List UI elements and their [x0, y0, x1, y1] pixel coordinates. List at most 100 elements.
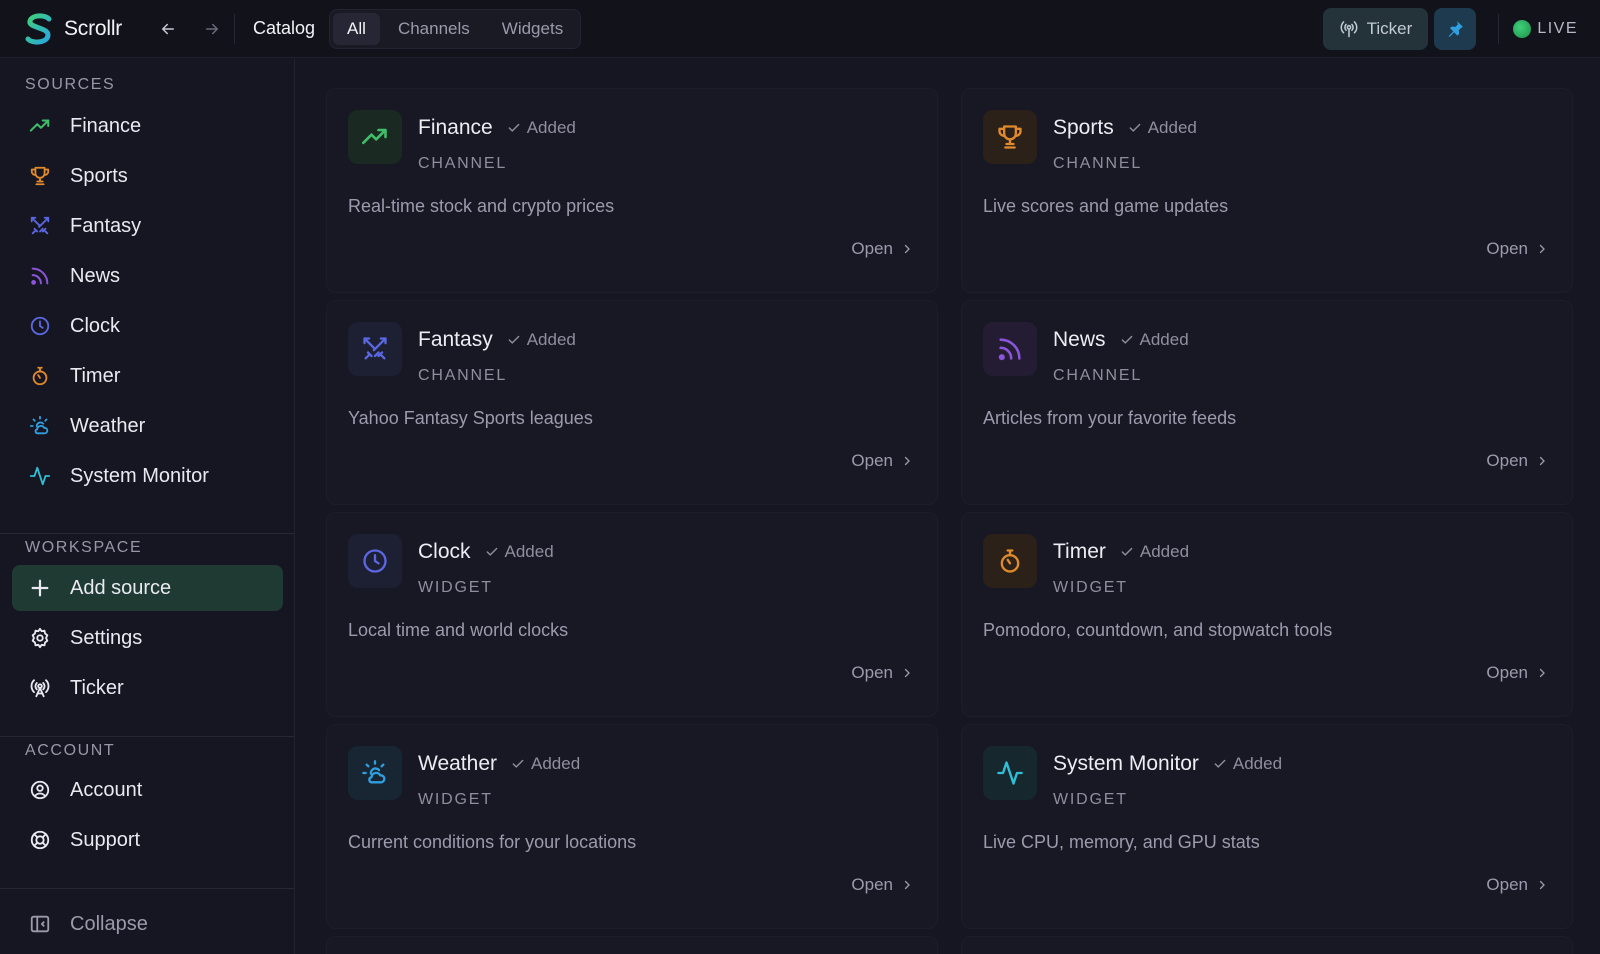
collapse-sidebar-button[interactable]: Collapse: [12, 901, 283, 947]
open-button[interactable]: Open: [851, 239, 913, 259]
timer-icon: [28, 364, 52, 388]
source-card-timer[interactable]: Timer Added WIDGET Pomodoro, countdown, …: [961, 512, 1573, 717]
open-button[interactable]: Open: [851, 663, 913, 683]
sidebar-collapse-icon: [28, 912, 52, 936]
open-button[interactable]: Open: [1486, 451, 1548, 471]
brand[interactable]: Scrollr: [0, 12, 146, 46]
divider: [234, 13, 235, 44]
open-label: Open: [1486, 239, 1528, 258]
open-button[interactable]: Open: [1486, 239, 1548, 259]
open-button[interactable]: Open: [1486, 875, 1548, 895]
open-button[interactable]: Open: [1486, 663, 1548, 683]
card-title: News: [1053, 328, 1106, 351]
forward-button[interactable]: [190, 9, 234, 49]
broadcast-icon: [28, 676, 52, 700]
workspace-section-title: WORKSPACE: [25, 539, 143, 556]
add-source-button[interactable]: Add source: [12, 565, 283, 611]
add-source-label: Add source: [70, 576, 172, 599]
added-badge: Added: [511, 754, 580, 774]
sidebar-item-label: News: [70, 264, 121, 287]
timer-icon: [983, 534, 1037, 588]
trophy-icon: [983, 110, 1037, 164]
chevron-right-icon: [1539, 668, 1545, 678]
catalog-grid: Finance Added CHANNEL Real-time stock an…: [296, 59, 1600, 954]
source-card-weather[interactable]: Weather Added WIDGET Current conditions …: [326, 724, 938, 929]
tab-channels[interactable]: Channels: [384, 13, 484, 45]
sidebar-item-label: Fantasy: [70, 214, 142, 237]
source-card-fantasy[interactable]: Fantasy Added CHANNEL Yahoo Fantasy Spor…: [326, 300, 938, 505]
card-type: CHANNEL: [418, 367, 508, 384]
source-card-partial: [326, 936, 938, 954]
filter-tabs: All Channels Widgets: [329, 8, 582, 49]
plus-icon: [28, 576, 52, 600]
check-icon: [508, 335, 520, 344]
activity-icon: [28, 464, 52, 488]
added-badge: Added: [1128, 118, 1197, 138]
arrow-left-icon: [162, 23, 174, 34]
trophy-icon: [28, 164, 52, 188]
app-name: Scrollr: [64, 16, 123, 40]
open-button[interactable]: Open: [851, 451, 913, 471]
sidebar-item-system-monitor[interactable]: System Monitor: [12, 453, 283, 499]
sidebar-item-label: Timer: [70, 364, 121, 387]
open-button[interactable]: Open: [851, 875, 913, 895]
sidebar-item-label: Clock: [70, 314, 121, 337]
pin-button[interactable]: [1434, 7, 1477, 50]
crossed-swords-icon: [28, 214, 52, 238]
source-card-partial: [961, 936, 1573, 954]
live-label: LIVE: [1537, 19, 1578, 37]
added-label: Added: [1139, 542, 1190, 561]
weather-icon: [348, 746, 402, 800]
check-icon: [1121, 335, 1132, 344]
chevron-right-icon: [904, 880, 910, 890]
tab-all[interactable]: All: [333, 12, 380, 45]
sidebar-item-label: Ticker: [70, 676, 124, 699]
sidebar-item-support[interactable]: Support: [12, 817, 283, 863]
added-badge: Added: [1120, 542, 1189, 562]
added-label: Added: [1147, 118, 1197, 137]
card-title: Weather: [418, 752, 497, 775]
chevron-right-icon: [904, 244, 910, 254]
added-label: Added: [531, 754, 581, 773]
open-label: Open: [851, 451, 893, 470]
sidebar-item-finance[interactable]: Finance: [12, 103, 283, 149]
card-title: Sports: [1053, 116, 1114, 139]
sidebar-item-news[interactable]: News: [12, 253, 283, 299]
sidebar-item-sports[interactable]: Sports: [12, 153, 283, 199]
collapse-label: Collapse: [70, 912, 148, 935]
sidebar-item-timer[interactable]: Timer: [12, 353, 283, 399]
card-title: Finance: [418, 116, 493, 139]
card-description: Articles from your favorite feeds: [983, 408, 1237, 428]
sidebar-item-ticker[interactable]: Ticker: [12, 665, 283, 711]
source-card-sports[interactable]: Sports Added CHANNEL Live scores and gam…: [961, 88, 1573, 293]
pin-icon: [1449, 20, 1464, 37]
sidebar-item-label: Sports: [70, 164, 128, 187]
sidebar-item-fantasy[interactable]: Fantasy: [12, 203, 283, 249]
added-badge: Added: [485, 542, 554, 562]
weather-icon: [28, 414, 52, 438]
source-card-news[interactable]: News Added CHANNEL Articles from your fa…: [961, 300, 1573, 505]
sidebar-item-account[interactable]: Account: [12, 767, 283, 813]
lifebuoy-icon: [28, 828, 52, 852]
source-card-finance[interactable]: Finance Added CHANNEL Real-time stock an…: [326, 88, 938, 293]
gear-icon: [28, 626, 52, 650]
sidebar-item-clock[interactable]: Clock: [12, 303, 283, 349]
top-bar: Scrollr Catalog All Channels Widgets Tic…: [0, 0, 1600, 58]
source-card-system-monitor[interactable]: System Monitor Added WIDGET Live CPU, me…: [961, 724, 1573, 929]
divider: [0, 888, 295, 889]
activity-icon: [983, 746, 1037, 800]
divider: [0, 533, 295, 534]
added-label: Added: [1232, 754, 1283, 773]
source-card-clock[interactable]: Clock Added WIDGET Local time and world …: [326, 512, 938, 717]
check-icon: [1121, 547, 1133, 556]
ticker-button-label: Ticker: [1366, 18, 1413, 38]
sidebar-item-settings[interactable]: Settings: [12, 615, 283, 661]
back-button[interactable]: [146, 9, 190, 49]
sidebar-item-label: Weather: [70, 414, 146, 437]
ticker-button[interactable]: Ticker: [1322, 7, 1429, 50]
sidebar-item-weather[interactable]: Weather: [12, 403, 283, 449]
rss-icon: [28, 264, 52, 288]
added-badge: Added: [1213, 754, 1282, 774]
tab-widgets[interactable]: Widgets: [488, 13, 577, 45]
chevron-right-icon: [904, 668, 910, 678]
